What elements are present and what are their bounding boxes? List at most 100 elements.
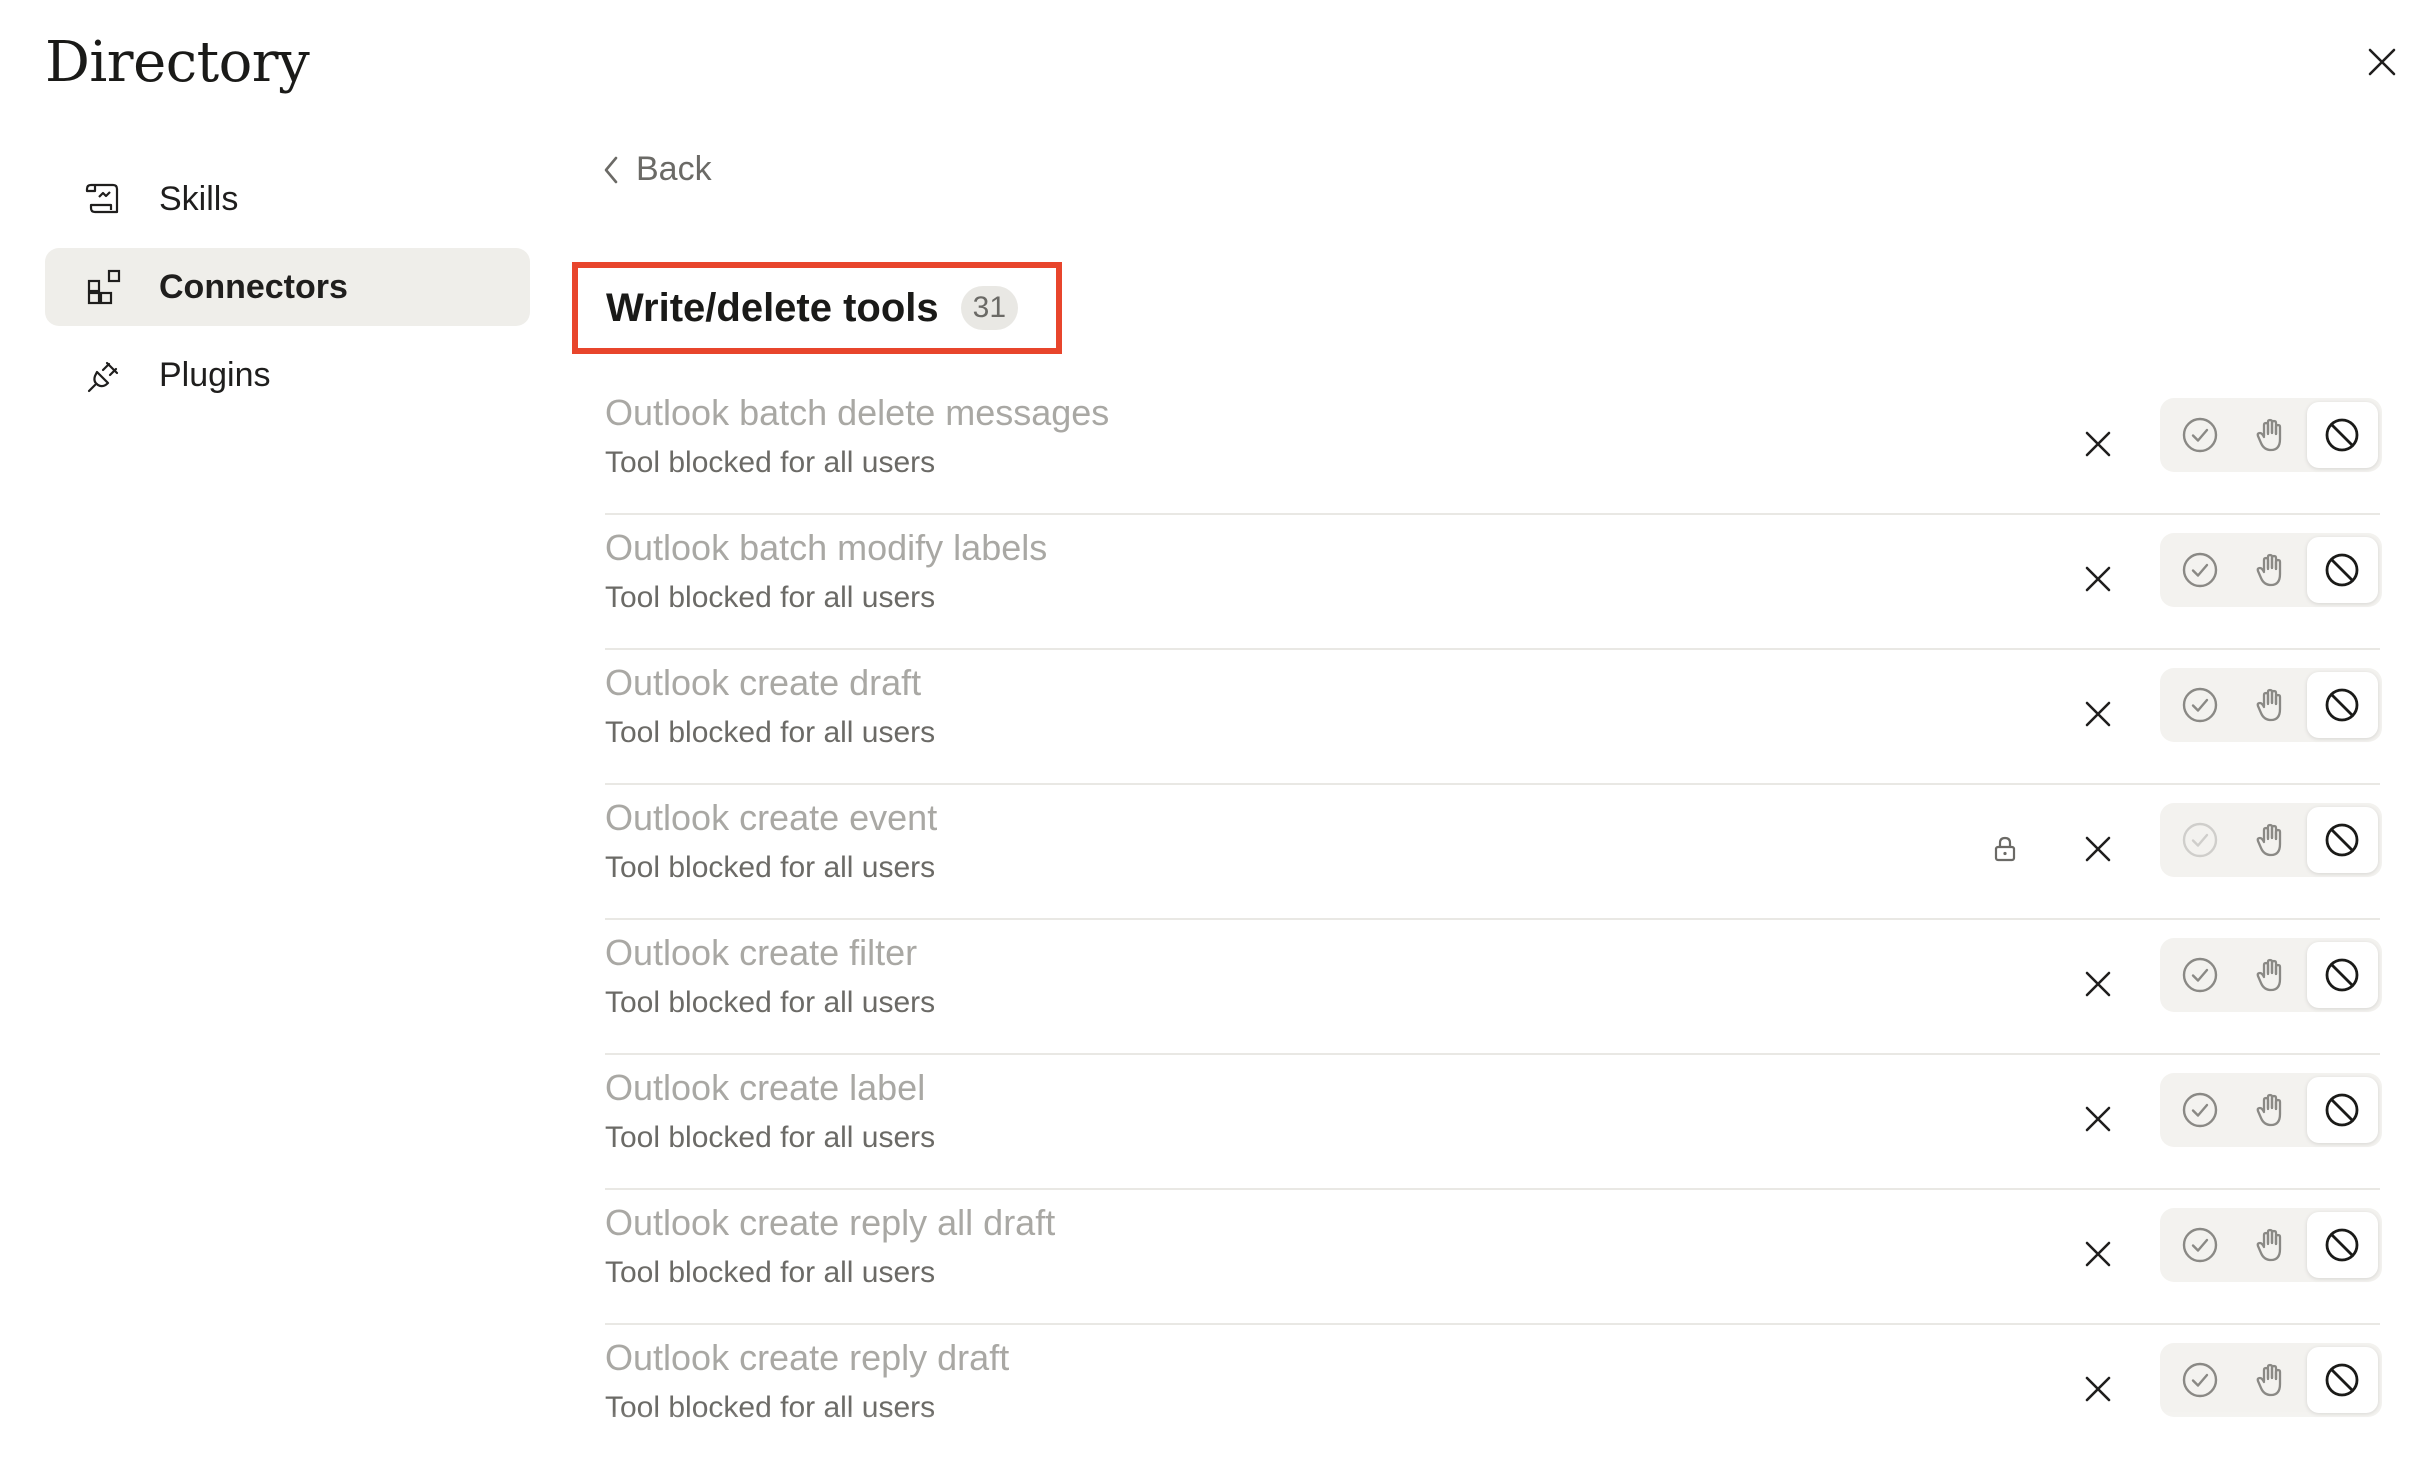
sidebar-item-skills[interactable]: Skills — [45, 160, 530, 238]
blocked-icon — [2325, 958, 2359, 992]
ask-permission-button[interactable] — [2235, 672, 2306, 738]
allow-permission-button[interactable] — [2164, 672, 2235, 738]
directory-page: Directory Skills Connectors Plugins Back… — [0, 0, 2434, 1472]
close-icon — [2085, 836, 2111, 862]
section-title: Write/delete tools — [606, 285, 939, 330]
check-circle-icon — [2182, 552, 2217, 588]
block-permission-button[interactable] — [2306, 1077, 2378, 1143]
hand-icon — [2256, 553, 2282, 587]
close-icon — [2085, 566, 2111, 592]
block-permission-button[interactable] — [2306, 672, 2378, 738]
ask-permission-button[interactable] — [2235, 402, 2306, 468]
tool-name: Outlook create draft — [605, 662, 922, 703]
ask-permission-button[interactable] — [2235, 537, 2306, 603]
blocked-icon — [2325, 553, 2359, 587]
remove-tool-button[interactable] — [2071, 417, 2125, 471]
check-circle-icon — [2182, 822, 2217, 858]
sidebar-item-connectors[interactable]: Connectors — [45, 248, 530, 326]
tool-row: Outlook create draft Tool blocked for al… — [605, 650, 2382, 785]
page-title: Directory — [45, 30, 310, 95]
sidebar-item-label: Plugins — [159, 355, 271, 394]
block-permission-button[interactable] — [2306, 1212, 2378, 1278]
allow-permission-button[interactable] — [2164, 1347, 2235, 1413]
close-icon — [2085, 971, 2111, 997]
tool-status: Tool blocked for all users — [605, 446, 936, 479]
tool-row: Outlook create filter Tool blocked for a… — [605, 920, 2382, 1055]
check-circle-icon — [2182, 957, 2217, 993]
hand-icon — [2256, 1093, 2282, 1127]
permission-toggle-group — [2160, 803, 2382, 877]
back-label: Back — [636, 150, 712, 188]
tool-name: Outlook batch modify labels — [605, 527, 1048, 568]
allow-permission-button[interactable] — [2164, 537, 2235, 603]
tool-name: Outlook create filter — [605, 932, 918, 973]
tool-name: Outlook create label — [605, 1067, 926, 1108]
check-circle-icon — [2182, 1092, 2217, 1128]
close-icon — [2085, 701, 2111, 727]
allow-permission-button[interactable] — [2164, 1077, 2235, 1143]
ask-permission-button[interactable] — [2235, 942, 2306, 1008]
remove-tool-button[interactable] — [2071, 552, 2125, 606]
tool-status: Tool blocked for all users — [605, 1391, 936, 1424]
close-button[interactable] — [2360, 40, 2404, 84]
sidebar-item-label: Skills — [159, 179, 239, 218]
blocked-icon — [2325, 823, 2359, 857]
sidebar: Skills Connectors Plugins — [45, 160, 530, 424]
lock-icon — [1985, 829, 2025, 869]
tool-name: Outlook create reply draft — [605, 1337, 1010, 1378]
tool-list: Outlook batch delete messages Tool block… — [605, 380, 2382, 1460]
block-permission-button[interactable] — [2306, 942, 2378, 1008]
remove-tool-button[interactable] — [2071, 1227, 2125, 1281]
remove-tool-button[interactable] — [2071, 957, 2125, 1011]
sidebar-item-plugins[interactable]: Plugins — [45, 336, 530, 414]
hand-icon — [2256, 688, 2282, 722]
ask-permission-button[interactable] — [2235, 807, 2306, 873]
allow-permission-button[interactable] — [2164, 1212, 2235, 1278]
allow-permission-button[interactable] — [2164, 402, 2235, 468]
hand-icon — [2256, 1228, 2282, 1262]
permission-toggle-group — [2160, 398, 2382, 472]
check-circle-icon — [2182, 417, 2217, 453]
chevron-left-icon — [600, 154, 622, 186]
tool-name: Outlook batch delete messages — [605, 392, 1110, 433]
remove-tool-button[interactable] — [2071, 1362, 2125, 1416]
plug-icon — [85, 355, 125, 395]
tool-status: Tool blocked for all users — [605, 986, 936, 1019]
tool-status: Tool blocked for all users — [605, 716, 936, 749]
block-permission-button[interactable] — [2306, 1347, 2378, 1413]
ask-permission-button[interactable] — [2235, 1212, 2306, 1278]
tool-row: Outlook create event Tool blocked for al… — [605, 785, 2382, 920]
blocked-icon — [2325, 1093, 2359, 1127]
hand-icon — [2256, 958, 2282, 992]
tool-row: Outlook batch delete messages Tool block… — [605, 380, 2382, 515]
section-header: Write/delete tools 31 — [572, 262, 1062, 354]
allow-permission-button[interactable] — [2164, 942, 2235, 1008]
check-circle-icon — [2182, 1362, 2217, 1398]
hand-icon — [2256, 418, 2282, 452]
blocks-icon — [85, 267, 125, 307]
remove-tool-button[interactable] — [2071, 1092, 2125, 1146]
count-badge: 31 — [960, 286, 1019, 330]
permission-toggle-group — [2160, 1343, 2382, 1417]
ask-permission-button[interactable] — [2235, 1077, 2306, 1143]
permission-toggle-group — [2160, 1208, 2382, 1282]
back-link[interactable]: Back — [600, 150, 712, 189]
block-permission-button[interactable] — [2306, 402, 2378, 468]
close-icon — [2085, 1376, 2111, 1402]
block-permission-button[interactable] — [2306, 807, 2378, 873]
close-icon — [2085, 1106, 2111, 1132]
allow-permission-button[interactable] — [2164, 807, 2235, 873]
hand-icon — [2256, 823, 2282, 857]
block-permission-button[interactable] — [2306, 537, 2378, 603]
tool-row: Outlook create reply draft Tool blocked … — [605, 1325, 2382, 1460]
close-icon — [2085, 1241, 2111, 1267]
permission-toggle-group — [2160, 938, 2382, 1012]
check-circle-icon — [2182, 687, 2217, 723]
tool-row: Outlook batch modify labels Tool blocked… — [605, 515, 2382, 650]
ask-permission-button[interactable] — [2235, 1347, 2306, 1413]
remove-tool-button[interactable] — [2071, 687, 2125, 741]
hand-icon — [2256, 1363, 2282, 1397]
sidebar-item-label: Connectors — [159, 267, 348, 306]
check-circle-icon — [2182, 1227, 2217, 1263]
remove-tool-button[interactable] — [2071, 822, 2125, 876]
